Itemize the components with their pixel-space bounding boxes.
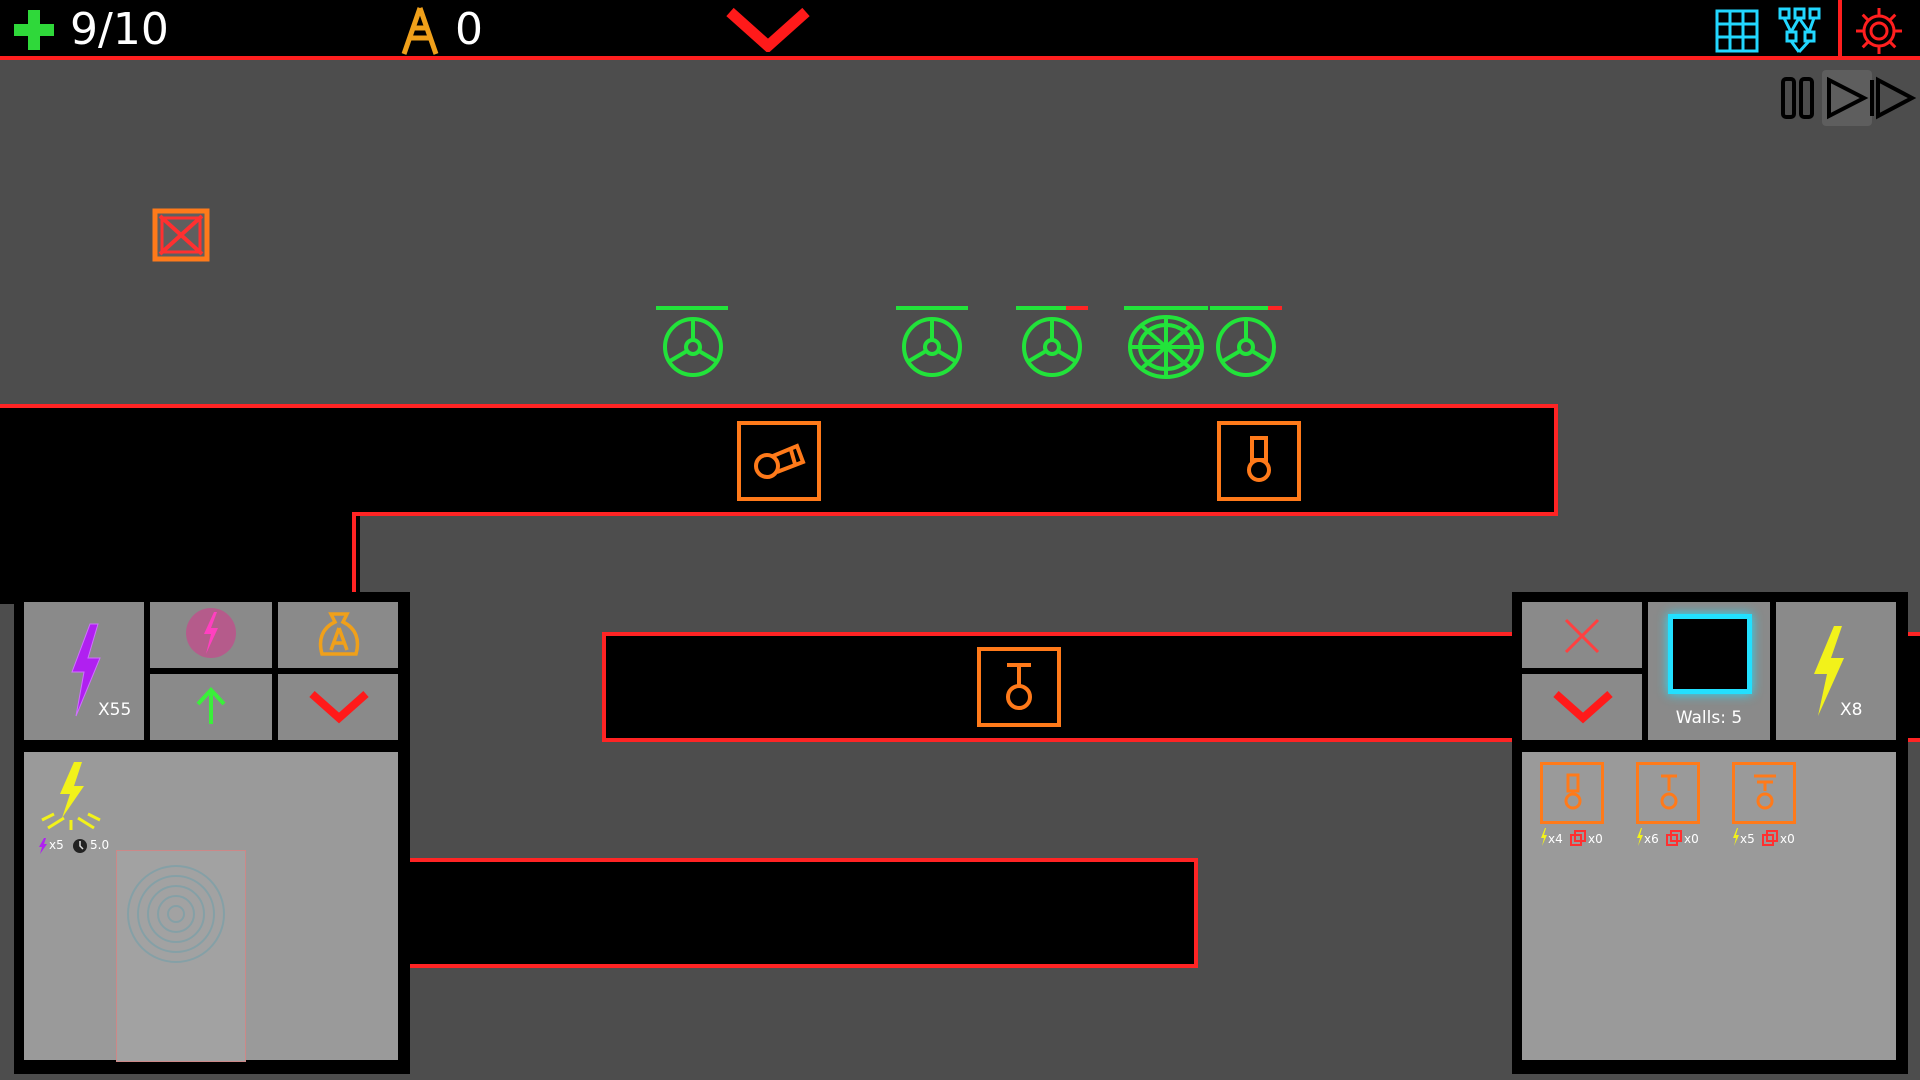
turret-laser[interactable] <box>1217 421 1301 501</box>
turret-wall-cost: x0 <box>1780 832 1795 846</box>
enemy-health-bar <box>1210 306 1268 310</box>
energy-cell: X8 <box>1776 602 1896 740</box>
turret-frame <box>1732 762 1796 824</box>
turret-energy-cost: x4 <box>1548 832 1563 846</box>
collapse-button[interactable] <box>278 674 398 740</box>
chevron-down-icon[interactable] <box>726 6 810 52</box>
turret-energy-cost: x6 <box>1644 832 1659 846</box>
wall-cost-icon <box>1666 830 1682 846</box>
wall-cost-icon <box>1762 830 1778 846</box>
pause-icon[interactable] <box>1780 76 1816 120</box>
store-item-emitter[interactable]: x5 x0 <box>1724 762 1810 846</box>
build-panel: Walls: 5 X8 x4 x0 x6 x0 x5 x0 <box>1512 592 1908 1074</box>
turret-frame <box>1636 762 1700 824</box>
currency-counter: 0 <box>455 4 483 55</box>
laser-turret-icon <box>1247 436 1271 482</box>
turret-pulse[interactable] <box>977 647 1061 727</box>
coin-bag-icon <box>318 612 360 656</box>
lightning-mini-icon <box>1541 828 1547 846</box>
gear-icon[interactable] <box>1854 6 1904 56</box>
enemy-health-missing <box>1066 306 1088 310</box>
ability-energy-cost: x5 <box>49 838 64 852</box>
grid-icon[interactable] <box>1714 8 1760 54</box>
turret-frame <box>1540 762 1604 824</box>
energy-count: X55 <box>98 700 132 720</box>
lightning-mini-icon <box>1637 828 1643 846</box>
wall-corner-fill <box>0 508 352 598</box>
enemy-health-bar <box>1124 306 1208 310</box>
cooldown-icon <box>73 839 87 853</box>
arrow-up-icon <box>196 687 226 724</box>
chevron-down-icon <box>309 691 369 724</box>
turret-wall-cost: x0 <box>1684 832 1699 846</box>
lightning-mini-icon <box>1733 828 1739 846</box>
store-item-pulse[interactable]: x6 x0 <box>1628 762 1714 846</box>
lives-counter: 9/10 <box>70 4 169 55</box>
ability-button-coin[interactable] <box>278 602 398 668</box>
ability-cooldown: 5.0 <box>90 838 110 852</box>
tower-coin-icon <box>401 7 439 55</box>
wall-block-icon <box>1668 614 1752 694</box>
enemy-wheel-icon <box>1022 317 1082 377</box>
spawn-crate-icon <box>152 208 210 262</box>
lightning-mini-icon <box>39 838 47 854</box>
collapse-button[interactable] <box>1522 674 1642 740</box>
walls-count: Walls: 5 <box>1675 708 1743 728</box>
pulse-turret-icon <box>1006 663 1032 710</box>
fast-forward-icon[interactable] <box>1868 76 1918 120</box>
lightning-strike-icon <box>41 762 101 830</box>
plus-icon <box>14 10 54 50</box>
upgrade-button[interactable] <box>150 674 272 740</box>
turret-cannon[interactable] <box>737 421 821 501</box>
ability-area: x5 5.0 <box>24 752 398 1062</box>
lightning-pink-icon <box>204 612 218 654</box>
enemy-health-bar <box>896 306 968 310</box>
enemy-wheel-icon <box>1216 317 1276 377</box>
energy-cell: X55 <box>24 602 144 740</box>
wall-segment <box>396 858 1198 968</box>
settings-area <box>1838 0 1920 60</box>
enemy-health-bar <box>1016 306 1066 310</box>
laser-turret-icon <box>1564 773 1582 810</box>
turret-store: x4 x0 x6 x0 x5 x0 <box>1522 752 1896 1060</box>
turret-wall-cost: x0 <box>1588 832 1603 846</box>
wall-build-button[interactable]: Walls: 5 <box>1648 602 1770 740</box>
wall-edge <box>352 512 356 602</box>
enemy-armored-icon <box>1128 315 1204 379</box>
enemy-health-missing <box>1268 306 1282 310</box>
wall-cost-icon <box>1570 830 1586 846</box>
store-item-laser[interactable]: x4 x0 <box>1532 762 1618 846</box>
enemy-health-bar <box>656 306 728 310</box>
cancel-button[interactable] <box>1522 602 1642 668</box>
close-icon <box>1564 618 1600 654</box>
turret-energy-cost: x5 <box>1740 832 1755 846</box>
chevron-down-icon <box>1553 691 1613 724</box>
network-icon[interactable] <box>1777 6 1823 54</box>
play-icon[interactable] <box>1824 76 1870 120</box>
energy-count: X8 <box>1840 700 1863 720</box>
enemy-wheel-icon <box>902 317 962 377</box>
pulse-turret-icon <box>1660 774 1678 810</box>
pulse-ring-icon <box>127 865 225 963</box>
top-bar: 9/10 0 <box>0 0 1920 60</box>
cannon-turret-icon <box>754 443 806 479</box>
enemy-wheel-icon <box>663 317 723 377</box>
emitter-turret-icon <box>1754 774 1776 810</box>
ability-panel: X55 x5 5.0 <box>14 592 410 1074</box>
ability-button-energy[interactable] <box>150 602 272 668</box>
